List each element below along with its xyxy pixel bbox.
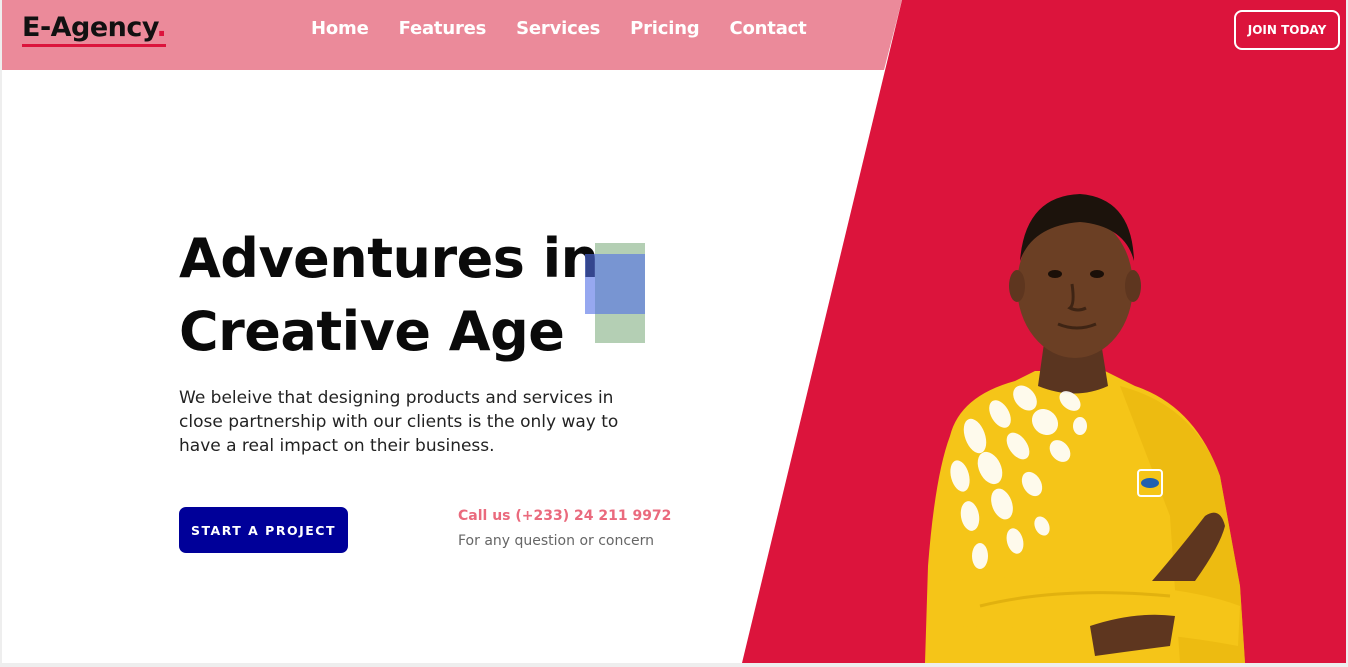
main-nav: Home Features Services Pricing Contact — [311, 18, 807, 39]
hero-title: Adventures in Creative Age — [179, 222, 599, 368]
nav-features[interactable]: Features — [399, 18, 487, 39]
nav-contact[interactable]: Contact — [730, 18, 807, 39]
hero-title-line1: Adventures in — [179, 227, 599, 290]
call-us-subtext: For any question or concern — [458, 533, 655, 549]
person-photo — [925, 194, 1245, 663]
start-project-button[interactable]: START A PROJECT — [179, 507, 348, 553]
hero-description: We beleive that designing products and s… — [179, 388, 619, 456]
hero-title-line2: Creative Age — [179, 300, 565, 363]
page-frame: E-Agency. Home Features Services Pricing… — [2, 0, 1346, 663]
decorative-blue-square — [585, 254, 645, 314]
join-today-button[interactable]: JOIN TODAY — [1234, 10, 1340, 50]
brand-logo[interactable]: E-Agency. — [22, 12, 167, 47]
nav-services[interactable]: Services — [516, 18, 600, 39]
nav-home[interactable]: Home — [311, 18, 369, 39]
brand-name: E-Agency — [22, 12, 157, 43]
call-us-phone[interactable]: Call us (+233) 24 211 9972 — [458, 508, 671, 524]
brand-dot: . — [156, 12, 167, 43]
nav-pricing[interactable]: Pricing — [630, 18, 700, 39]
